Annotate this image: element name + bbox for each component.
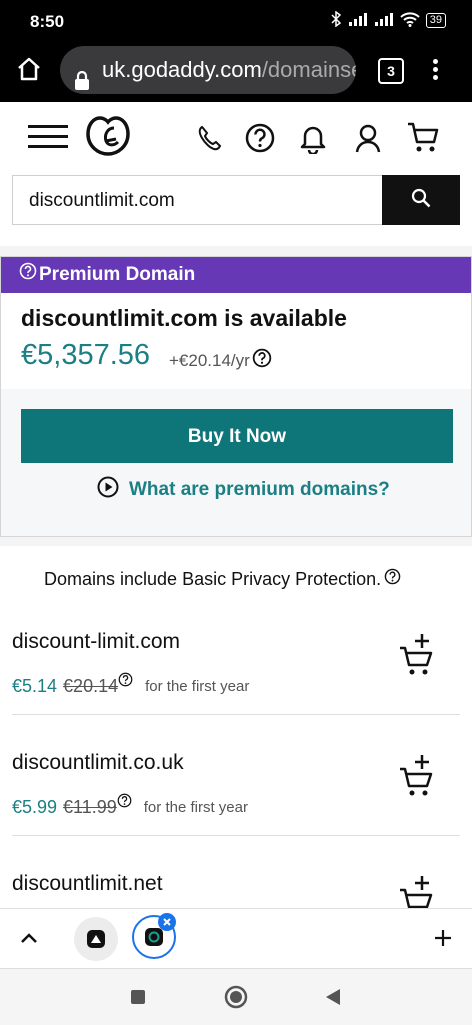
battery-indicator: 39: [425, 13, 446, 28]
row-divider: [12, 835, 460, 836]
close-tab-icon[interactable]: [158, 913, 176, 931]
tab-count-button[interactable]: 3: [378, 58, 404, 84]
sale-price: €5.14: [12, 675, 58, 696]
premium-badge-label: Premium Domain: [39, 264, 196, 285]
url-path: /domainsea: [261, 57, 356, 82]
tab-strip: [0, 908, 472, 969]
domain-name[interactable]: discountlimit.co.uk: [12, 751, 184, 775]
status-bar: 8:50 39: [0, 0, 472, 44]
domain-search: discountlimit.com: [0, 174, 472, 246]
domain-result-row: discountlimit.co.uk €5.99 €11.99 for the…: [0, 741, 472, 861]
price-note: for the first year: [143, 798, 248, 816]
search-icon: [411, 188, 431, 213]
recents-icon[interactable]: [130, 989, 146, 1010]
price-note: for the first year: [145, 677, 250, 695]
buy-it-now-button[interactable]: Buy It Now: [21, 409, 453, 463]
new-tab-icon[interactable]: [434, 929, 452, 952]
status-time: 8:50: [30, 12, 65, 31]
question-circle-icon[interactable]: [118, 672, 133, 700]
domain-price: €5.14 €20.14 for the first year: [12, 672, 249, 700]
list-price: €11.99: [63, 796, 117, 817]
domain-result-row: discountlimit.net: [0, 862, 472, 908]
url-text: uk.godaddy.com/domainsea: [102, 46, 356, 94]
add-to-cart-icon[interactable]: [398, 632, 438, 678]
help-icon[interactable]: [244, 122, 276, 159]
domain-name[interactable]: discountlimit.net: [12, 872, 163, 896]
domain-search-input[interactable]: discountlimit.com: [12, 175, 382, 225]
browser-toolbar: uk.godaddy.com/domainsea 3: [0, 44, 472, 102]
premium-domain-card: Premium Domain discountlimit.com is avai…: [0, 256, 472, 537]
play-circle-icon: [97, 476, 119, 504]
cart-icon[interactable]: [406, 120, 440, 159]
phone-icon[interactable]: [196, 124, 224, 157]
question-circle-icon[interactable]: [384, 568, 401, 590]
search-button[interactable]: [382, 175, 460, 225]
address-bar[interactable]: uk.godaddy.com/domainsea: [60, 46, 356, 94]
home-icon[interactable]: [16, 56, 42, 87]
renewal-price-text: +€20.14/yr: [169, 350, 250, 370]
back-icon[interactable]: [324, 987, 342, 1012]
bluetooth-icon: [330, 10, 342, 30]
tab-favicon[interactable]: [74, 917, 118, 961]
question-circle-icon[interactable]: [117, 793, 132, 821]
add-to-cart-icon[interactable]: [398, 753, 438, 799]
availability-text: discountlimit.com is available: [21, 305, 347, 331]
signal-icon-2: [374, 12, 394, 29]
status-icons: 39: [330, 10, 446, 30]
godaddy-logo[interactable]: [84, 114, 132, 163]
sale-price: €5.99: [12, 796, 58, 817]
site-header: [0, 102, 472, 174]
chevron-up-icon[interactable]: [20, 931, 38, 949]
home-button-icon[interactable]: [224, 985, 248, 1014]
domain-price: €5.99 €11.99 for the first year: [12, 793, 248, 821]
url-host: uk.godaddy.com: [102, 57, 262, 82]
account-icon[interactable]: [354, 122, 382, 159]
premium-info-link[interactable]: What are premium domains?: [97, 476, 390, 504]
add-to-cart-icon[interactable]: [398, 874, 438, 908]
premium-info: discountlimit.com is available €5,357.56…: [1, 293, 471, 389]
signal-icon: [348, 12, 368, 29]
list-price: €20.14: [63, 675, 119, 696]
premium-info-label: What are premium domains?: [129, 479, 390, 500]
hamburger-menu-icon[interactable]: [28, 124, 68, 155]
browser-menu-icon[interactable]: [432, 56, 440, 83]
row-divider: [12, 714, 460, 715]
system-nav-bar: [0, 968, 472, 1025]
premium-price: €5,357.56: [21, 339, 151, 371]
premium-badge: Premium Domain: [1, 257, 471, 293]
privacy-note: Domains include Basic Privacy Protection…: [44, 568, 401, 590]
domain-results: Domains include Basic Privacy Protection…: [0, 546, 472, 908]
wifi-icon: [400, 11, 420, 30]
question-circle-icon[interactable]: [19, 257, 37, 293]
bell-icon[interactable]: [298, 122, 328, 159]
domain-result-row: discount-limit.com €5.14 €20.14 for the …: [0, 620, 472, 740]
question-circle-icon[interactable]: [252, 348, 272, 373]
privacy-note-text: Domains include Basic Privacy Protection…: [44, 568, 382, 589]
lock-icon: [74, 60, 90, 94]
renewal-price: +€20.14/yr: [169, 348, 272, 373]
domain-name[interactable]: discount-limit.com: [12, 630, 180, 654]
